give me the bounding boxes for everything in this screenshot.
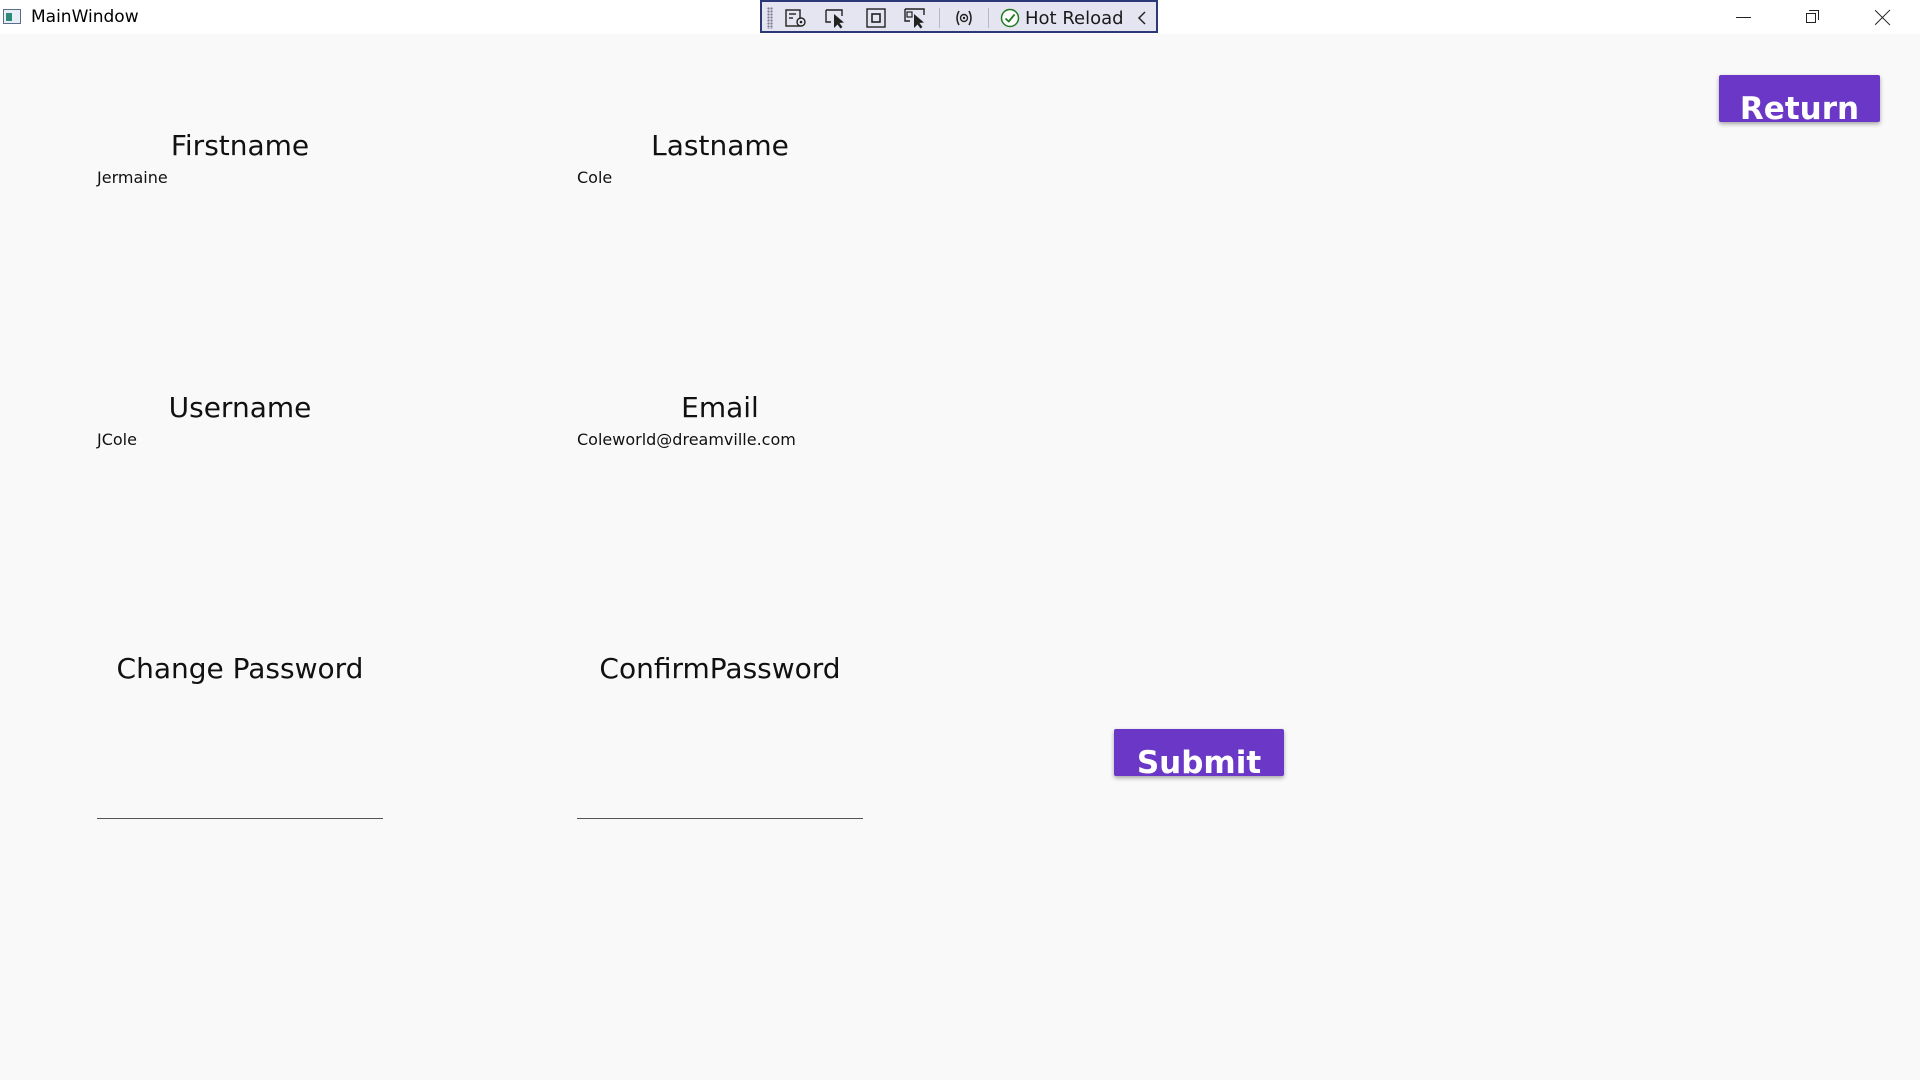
- username-value: JCole: [97, 430, 137, 449]
- firstname-label: Firstname: [170, 129, 310, 162]
- firstname-value: Jermaine: [97, 168, 168, 187]
- close-button[interactable]: [1848, 0, 1918, 34]
- change-password-label: Change Password: [116, 652, 364, 685]
- title-bar: MainWindow Hot Reload: [0, 0, 1920, 34]
- hot-reload-button[interactable]: Hot Reload: [1000, 6, 1124, 30]
- toolbar-separator: [939, 8, 940, 28]
- toolbar-separator: [988, 8, 989, 28]
- hot-reload-label: Hot Reload: [1025, 7, 1124, 29]
- minimize-icon: [1735, 16, 1751, 18]
- minimize-button[interactable]: [1708, 0, 1778, 34]
- email-label: Email: [681, 391, 759, 424]
- submit-button-label: Submit: [1136, 745, 1262, 776]
- confirm-password-label: ConfirmPassword: [599, 652, 841, 685]
- toolbar-grip-icon[interactable]: [767, 7, 773, 29]
- window-title: MainWindow: [31, 7, 139, 27]
- confirm-password-input[interactable]: [577, 784, 863, 819]
- return-button-label: Return: [1739, 91, 1860, 122]
- lastname-value: Cole: [577, 168, 613, 187]
- binding-failures-icon[interactable]: [952, 7, 976, 29]
- select-element-icon[interactable]: [824, 7, 848, 29]
- return-button[interactable]: Return: [1719, 75, 1880, 122]
- email-value: Coleworld@dreamville.com: [577, 430, 796, 449]
- track-focus-icon[interactable]: [904, 7, 928, 29]
- restore-icon: [1806, 10, 1820, 24]
- debug-toolbar: Hot Reload: [760, 0, 1158, 33]
- display-layout-adorners-icon[interactable]: [864, 7, 888, 29]
- app-icon: [3, 9, 21, 24]
- username-label: Username: [168, 391, 312, 424]
- collapse-chevron-icon[interactable]: [1135, 9, 1149, 27]
- submit-button[interactable]: Submit: [1114, 729, 1284, 776]
- hot-reload-check-icon: [1000, 8, 1020, 28]
- change-password-input[interactable]: [97, 784, 383, 819]
- lastname-label: Lastname: [651, 129, 789, 162]
- live-visual-tree-icon[interactable]: [784, 7, 808, 29]
- restore-button[interactable]: [1778, 0, 1848, 34]
- close-icon: [1875, 9, 1891, 25]
